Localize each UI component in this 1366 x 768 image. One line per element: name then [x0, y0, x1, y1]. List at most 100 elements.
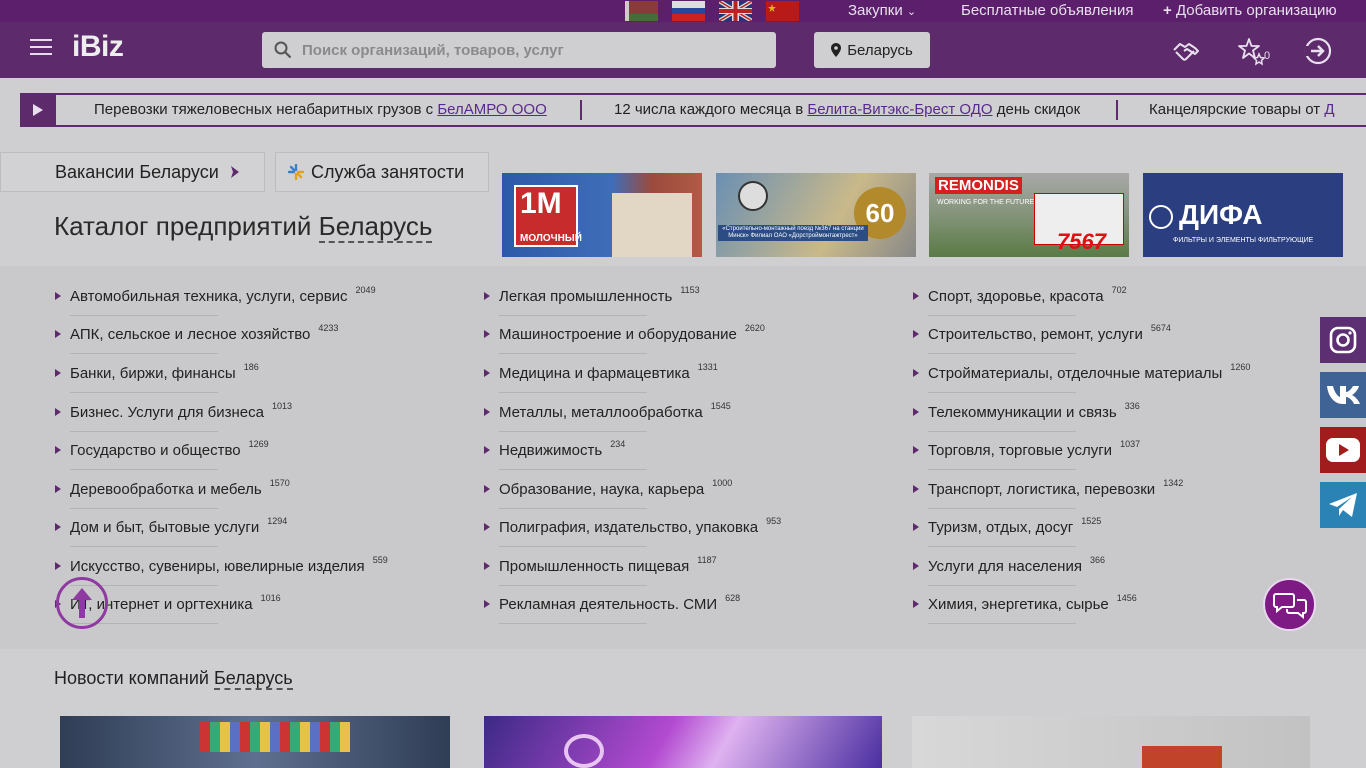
category-count: 1525: [1081, 516, 1102, 526]
news-image[interactable]: [484, 716, 882, 768]
news-image[interactable]: [60, 716, 450, 768]
language-flags: [625, 1, 799, 21]
vk-icon[interactable]: [1320, 372, 1366, 418]
scroll-up-button[interactable]: [56, 577, 108, 629]
triangle-bullet-icon: [55, 292, 61, 300]
youtube-icon[interactable]: [1320, 427, 1366, 473]
category-label: Банки, биржи, финансы: [70, 365, 236, 382]
catalog-category-link[interactable]: Бизнес. Услуги для бизнеса 1013: [55, 401, 292, 421]
uk-flag-icon[interactable]: [719, 1, 752, 21]
catalog-category-link[interactable]: Рекламная деятельность. СМИ 628: [484, 593, 740, 613]
category-count: 1342: [1163, 478, 1184, 488]
category-label: Автомобильная техника, услуги, сервис: [70, 288, 348, 305]
catalog-category-link[interactable]: Металлы, металлообработка 1545: [484, 401, 731, 421]
play-icon[interactable]: [20, 95, 56, 125]
ticker-text: день скидок: [992, 101, 1081, 118]
search-input[interactable]: [302, 32, 762, 68]
news-city-selector[interactable]: Беларусь: [213, 668, 293, 690]
catalog-category-link[interactable]: Промышленность пищевая 1187: [484, 555, 717, 575]
purchases-menu[interactable]: Закупки ⌄: [848, 2, 916, 19]
catalog-category-link[interactable]: Стройматериалы, отделочные материалы 1260: [913, 362, 1250, 382]
category-divider: [499, 353, 647, 354]
ticker-company-link[interactable]: Д: [1324, 101, 1334, 118]
catalog-category-link[interactable]: Строительство, ремонт, услуги 5674: [913, 323, 1171, 343]
sparkle-icon: [288, 164, 304, 180]
employment-service-button[interactable]: Служба занятости: [275, 152, 489, 192]
category-divider: [70, 353, 218, 354]
catalog-category-link[interactable]: Химия, энергетика, сырье 1456: [913, 593, 1137, 613]
category-label: Легкая промышленность: [499, 288, 673, 305]
catalog-category-link[interactable]: Торговля, торговые услуги 1037: [913, 439, 1140, 459]
catalog-category-link[interactable]: Недвижимость 234: [484, 439, 625, 459]
ticker-item: Перевозки тяжеловесных негабаритных груз…: [94, 101, 547, 118]
ru-flag-icon[interactable]: [672, 1, 705, 21]
catalog-category-link[interactable]: Услуги для населения 366: [913, 555, 1105, 575]
vacancies-label: Вакансии Беларуси: [55, 161, 219, 182]
free-ads-link[interactable]: Бесплатные объявления: [961, 2, 1133, 19]
catalog-category-link[interactable]: Телекоммуникации и связь 336: [913, 401, 1140, 421]
triangle-bullet-icon: [484, 408, 490, 416]
add-org-label: Добавить организацию: [1175, 2, 1337, 19]
site-logo[interactable]: iBiz: [72, 30, 124, 64]
catalog-category-link[interactable]: Медицина и фармацевтика 1331: [484, 362, 718, 382]
cn-flag-icon[interactable]: [766, 1, 799, 21]
catalog-category-link[interactable]: Образование, наука, карьера 1000: [484, 478, 732, 498]
category-label: Услуги для населения: [928, 558, 1082, 575]
banner-molochny[interactable]: 1M МОЛОЧНЫЙ: [502, 173, 702, 257]
by-flag-icon[interactable]: [625, 1, 658, 21]
category-divider: [499, 623, 647, 624]
catalog-city-selector[interactable]: Беларусь: [318, 211, 433, 243]
catalog-category-link[interactable]: Банки, биржи, финансы 186: [55, 362, 259, 382]
news-image[interactable]: [912, 716, 1310, 768]
category-count: 5674: [1150, 323, 1171, 333]
catalog-category-link[interactable]: Дом и быт, бытовые услуги 1294: [55, 516, 287, 536]
category-count: 1570: [269, 478, 290, 488]
smp-caption: «Строительно-монтажный поезд №367 на ста…: [718, 225, 868, 241]
catalog-category-link[interactable]: Спорт, здоровье, красота 702: [913, 285, 1127, 305]
category-divider: [928, 315, 1076, 316]
category-label: Туризм, отдых, досуг: [928, 519, 1074, 536]
triangle-bullet-icon: [913, 600, 919, 608]
ticker-text: Перевозки тяжеловесных негабаритных груз…: [94, 101, 438, 118]
instagram-icon[interactable]: [1320, 317, 1366, 363]
category-divider: [499, 585, 647, 586]
catalog-category-link[interactable]: Искусство, сувениры, ювелирные изделия 55…: [55, 555, 388, 575]
catalog-category-link[interactable]: Государство и общество 1269: [55, 439, 269, 459]
main-header: iBiz Беларусь 0: [0, 22, 1366, 78]
catalog-category-link[interactable]: Туризм, отдых, досуг 1525: [913, 516, 1101, 536]
catalog-category-link[interactable]: Легкая промышленность 1153: [484, 285, 700, 305]
menu-icon[interactable]: [30, 39, 52, 55]
catalog-category-link[interactable]: Транспорт, логистика, перевозки 1342: [913, 478, 1183, 498]
catalog-category-link[interactable]: Машиностроение и оборудование 2620: [484, 323, 765, 343]
triangle-bullet-icon: [484, 292, 490, 300]
banner-difa[interactable]: ДИФА ФИЛЬТРЫ И ЭЛЕМЕНТЫ ФИЛЬТРУЮЩИЕ: [1143, 173, 1343, 257]
banner-smp367[interactable]: 60 «Строительно-монтажный поезд №367 на …: [716, 173, 916, 257]
category-count: 628: [725, 593, 741, 603]
favorites-stars-icon[interactable]: [1237, 36, 1267, 66]
triangle-bullet-icon: [55, 562, 61, 570]
catalog-category-link[interactable]: Полиграфия, издательство, упаковка 953: [484, 516, 781, 536]
category-label: Деревообработка и мебель: [70, 481, 262, 498]
catalog-category-link[interactable]: Автомобильная техника, услуги, сервис 204…: [55, 285, 376, 305]
ticker-company-link[interactable]: Белита-Витэкс-Брест ОДО: [807, 101, 992, 118]
banner-remondis[interactable]: REMONDIS WORKING FOR THE FUTURE 7567: [929, 173, 1129, 257]
region-selector[interactable]: Беларусь: [814, 32, 930, 68]
catalog-category-link[interactable]: Деревообработка и мебель 1570: [55, 478, 290, 498]
triangle-bullet-icon: [913, 562, 919, 570]
telegram-icon[interactable]: [1320, 482, 1366, 528]
chat-button[interactable]: [1263, 578, 1316, 631]
catalog-category-link[interactable]: АПК, сельское и лесное хозяйство 4233: [55, 323, 338, 343]
handshake-icon[interactable]: [1171, 36, 1201, 66]
category-divider: [70, 508, 218, 509]
ticker-text: Канцелярские товары от: [1149, 101, 1325, 118]
category-count: 1545: [710, 401, 731, 411]
category-divider: [928, 546, 1076, 547]
ticker-separator: [580, 100, 582, 120]
login-icon[interactable]: [1303, 36, 1333, 66]
vacancies-button[interactable]: Вакансии Беларуси: [0, 152, 265, 192]
search-box[interactable]: [262, 32, 776, 68]
ticker-company-link[interactable]: БелАМРО ООО: [437, 101, 546, 118]
catalog-title-text: Каталог предприятий: [54, 211, 319, 241]
add-organization-link[interactable]: + Добавить организацию: [1163, 2, 1337, 19]
category-count: 1269: [248, 439, 269, 449]
